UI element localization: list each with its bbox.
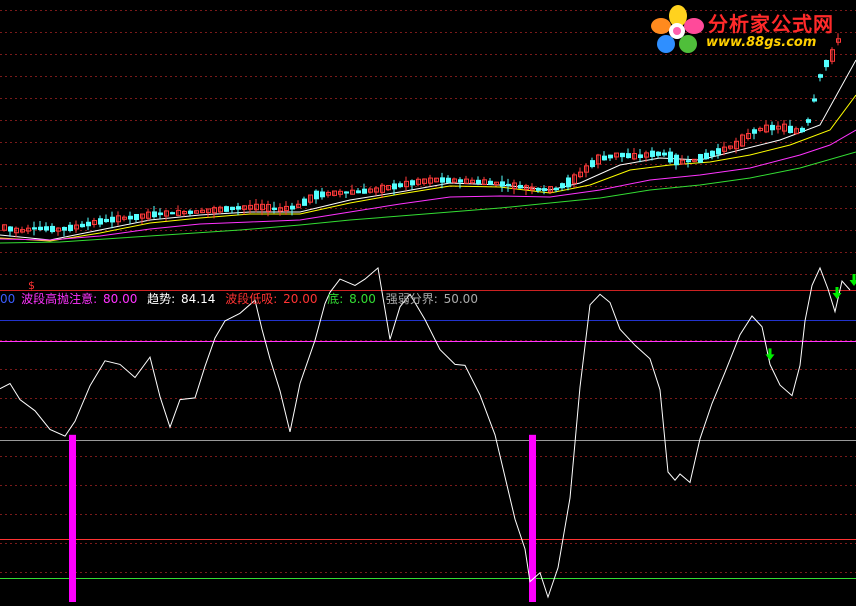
indicator-level-lines [0, 341, 856, 579]
candle-body-down [602, 155, 607, 161]
candle-body-down [224, 206, 229, 212]
candle-body-down [590, 160, 595, 168]
candle-body-down [50, 225, 55, 233]
candle-body-down [272, 207, 277, 210]
candle-body-down [110, 216, 115, 223]
candle-body-down [104, 218, 109, 223]
candle-body-down [608, 154, 613, 159]
moving-average-line [0, 59, 856, 241]
candle-body-down [500, 181, 505, 187]
candle-body-down [506, 183, 511, 186]
candle-body-down [128, 215, 133, 220]
candle-body-down [488, 180, 493, 185]
candle-body-down [446, 177, 451, 183]
candle-body-down [668, 151, 673, 163]
candle-body-down [410, 180, 415, 186]
candle-body-down [44, 226, 49, 231]
moving-average-lines [0, 59, 856, 244]
candle-body-down [806, 119, 811, 123]
candle-body-down [716, 148, 721, 155]
candle-body-down [788, 125, 793, 133]
legend-high-sell-label: 波段高抛注意: [21, 292, 98, 306]
legend-high-sell-value: 80.00 [102, 292, 138, 306]
candle-body-down [704, 152, 709, 160]
indicator-legend: 00 波段高抛注意: 80.00 趋势: 84.14 波段低吸: 20.00 底… [0, 291, 480, 307]
candle-body-down [302, 198, 307, 206]
candle-body-down [554, 187, 559, 191]
candle-body-down [38, 226, 43, 231]
candle-body-down [98, 218, 103, 225]
legend-bottom-label: 底: [327, 292, 344, 306]
candle-body-down [812, 98, 817, 102]
candle-body-down [32, 227, 37, 230]
candle-body-down [398, 183, 403, 188]
candle-body-down [638, 154, 643, 159]
candle-body-down [476, 179, 481, 184]
candle-body-down [314, 190, 319, 200]
candle-body-down [320, 191, 325, 198]
trend-line-series [0, 266, 851, 599]
candle-body-down [158, 212, 163, 216]
indicator-panel-grid [0, 340, 856, 573]
candle-body-down [656, 151, 661, 156]
candle-body-down [134, 213, 139, 221]
candle-body-down [566, 177, 571, 188]
candle-body-down [230, 206, 235, 211]
candle-body-down [710, 150, 715, 157]
candle-body-down [770, 124, 775, 131]
candle-body-down [170, 212, 175, 215]
candle-body-down [392, 183, 397, 190]
legend-lead-value: 00 [0, 292, 16, 306]
candle-body-down [626, 153, 631, 159]
legend-divide-value: 50.00 [443, 292, 478, 306]
logo-url: www.88gs.com [706, 35, 817, 50]
candle-body-down [674, 154, 679, 166]
candle-body-down [8, 226, 13, 232]
candle-body-down [536, 187, 541, 191]
moving-average-line [0, 151, 856, 244]
candle-body-down [290, 205, 295, 210]
candle-body-down [686, 160, 691, 163]
candle-body-down [344, 191, 349, 194]
candle-body-down [650, 150, 655, 157]
candle-body-down [620, 152, 625, 158]
candle-body-down [188, 210, 193, 214]
candle-body-down [68, 224, 73, 232]
candle-body-down [818, 74, 823, 78]
candle-body-down [542, 188, 547, 192]
legend-low-buy-label: 波段低吸: [225, 292, 278, 306]
site-logo: 分析家公式网 www.88gs.com [650, 4, 850, 56]
candle-body-down [86, 221, 91, 227]
candle-body-down [560, 183, 565, 189]
bottom-signal-bars [69, 434, 536, 602]
candle-body-down [662, 152, 667, 156]
logo-title: 分析家公式网 [708, 12, 834, 36]
candle-body-down [824, 60, 829, 68]
candle-body-down [356, 190, 361, 194]
candlestick-series [2, 33, 841, 238]
trend-line [0, 266, 851, 599]
legend-low-buy-value: 20.00 [283, 292, 318, 306]
candle-body-down [518, 184, 523, 189]
legend-trend-value: 84.14 [181, 292, 216, 306]
legend-bottom-value: 8.00 [349, 292, 376, 306]
sell-signal-arrows [765, 273, 856, 361]
candle-body-down [152, 211, 157, 218]
sell-arrow-icon [849, 273, 856, 286]
candle-body-down [80, 223, 85, 228]
candle-body-down [800, 127, 805, 133]
candle-body-down [698, 154, 703, 163]
moving-average-line [0, 129, 856, 241]
candle-body-down [62, 226, 67, 231]
candle-body-down [752, 129, 757, 134]
bottom-signal-bar [69, 434, 76, 602]
candle-body-down [458, 179, 463, 183]
candle-body-down [236, 206, 241, 210]
candle-body-down [440, 177, 445, 183]
legend-divide-label: 强弱分界: [385, 292, 438, 306]
candle-body-down [362, 188, 367, 194]
legend-trend-label: 趋势: [147, 292, 176, 306]
flower-logo-icon [651, 5, 704, 53]
